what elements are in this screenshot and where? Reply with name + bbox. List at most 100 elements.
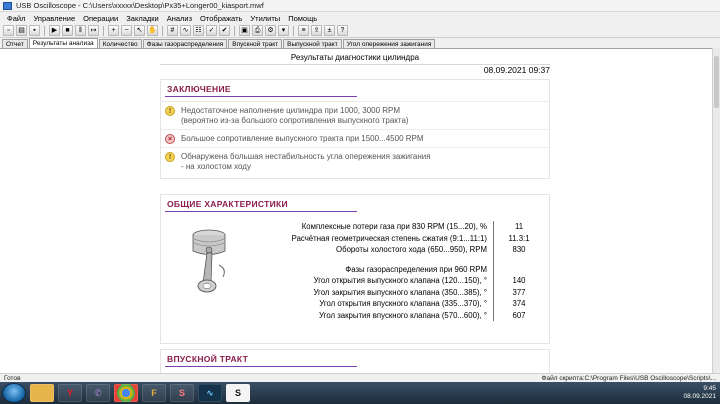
table-row: Угол закрытия впускного клапана (570...6… <box>261 309 549 321</box>
conclusion-text: Недостаточное наполнение цилиндра при 10… <box>181 106 409 126</box>
heading-underline <box>165 96 357 97</box>
intake-section: ВПУСКНОЙ ТРАКТ <box>160 349 550 373</box>
conclusion-item: × Большое сопротивление выпускного тракт… <box>161 129 549 147</box>
chart-icon[interactable]: ∿ <box>180 25 191 36</box>
table-spacer <box>261 253 549 266</box>
calculator-icon[interactable]: ± <box>324 25 335 36</box>
check-icon[interactable]: ✓ <box>206 25 217 36</box>
table-row: Обороты холостого хода (650...950), RPM … <box>261 244 549 256</box>
param-value: 11.3:1 <box>508 233 530 243</box>
toolbar: ▫ ▤ ▪ ▶ ■ ‖ ↦ + − ↖ ✋ # ∿ ☷ ✓ ✔ ▣ ⎙ ⚙ ▾ … <box>0 24 720 38</box>
system-tray[interactable]: 9:45 08.09.2021 <box>626 384 716 402</box>
tab-strip: Отчет Результаты анализа Количество Фазы… <box>0 38 720 48</box>
table-row: Угол открытия выпускного клапана (120...… <box>261 275 549 287</box>
menu-file[interactable]: Файл <box>3 14 29 23</box>
intake-heading-text: ВПУСКНОЙ ТРАКТ <box>167 354 249 364</box>
menu-help[interactable]: Помощь <box>284 14 321 23</box>
scrollbar-thumb[interactable] <box>714 56 719 108</box>
export-icon[interactable]: ⇪ <box>311 25 322 36</box>
tab-quantity[interactable]: Количество <box>98 39 142 48</box>
hand-icon[interactable]: ✋ <box>147 25 158 36</box>
clock-date: 08.09.2021 <box>683 393 716 400</box>
stop-icon[interactable]: ■ <box>62 25 73 36</box>
menu-analysis[interactable]: Анализ <box>163 14 196 23</box>
app-f-icon[interactable]: F <box>142 384 166 402</box>
characteristics-table: Комплексные потери газа при 830 RPM (15.… <box>261 221 549 321</box>
status-ready: Готов <box>4 374 21 382</box>
report-view[interactable]: Результаты диагностики цилиндра 08.09.20… <box>0 48 720 373</box>
image-icon[interactable]: ▣ <box>239 25 250 36</box>
report-datetime: 08.09.2021 09:37 <box>483 65 550 75</box>
cursor-icon[interactable]: ↖ <box>134 25 145 36</box>
tab-intake[interactable]: Впускной тракт <box>228 39 283 48</box>
table-row: Фазы газораспределения при 960 RPM <box>261 263 549 275</box>
taskbar: Y ✆ F S ∿ S 9:45 08.09.2021 <box>0 382 720 404</box>
menu-bookmarks[interactable]: Закладки <box>122 14 162 23</box>
check-all-icon[interactable]: ✔ <box>219 25 230 36</box>
toolbar-separator <box>44 25 45 36</box>
app-icon <box>3 1 12 10</box>
table-row: Комплексные потери газа при 830 RPM (15.… <box>261 221 549 233</box>
document-app-icon[interactable]: S <box>226 384 250 402</box>
tab-analysis-results[interactable]: Результаты анализа <box>28 38 98 48</box>
conclusion-heading-text: ЗАКЛЮЧЕНИЕ <box>167 84 231 94</box>
report-title: Результаты диагностики цилиндра <box>160 51 550 65</box>
run-icon[interactable]: ▶ <box>49 25 60 36</box>
menu-view[interactable]: Отображать <box>196 14 246 23</box>
tab-ignition-timing[interactable]: Угол опережения зажигания <box>342 39 436 48</box>
start-button[interactable] <box>2 383 26 403</box>
conclusion-heading: ЗАКЛЮЧЕНИЕ <box>161 80 549 97</box>
menu-operations[interactable]: Операции <box>79 14 122 23</box>
help-icon[interactable]: ? <box>337 25 348 36</box>
chrome-icon[interactable] <box>114 384 138 402</box>
general-section: ОБЩИЕ ХАРАКТЕРИСТИКИ Комплексные потери … <box>160 194 550 344</box>
table-icon[interactable]: ☷ <box>193 25 204 36</box>
vertical-scrollbar[interactable] <box>712 48 720 373</box>
table-row: Угол открытия впускного клапана (335...3… <box>261 298 549 310</box>
toolbar-separator <box>293 25 294 36</box>
yandex-icon[interactable]: Y <box>58 384 82 402</box>
open-folder-icon[interactable]: ▤ <box>16 25 27 36</box>
param-label: Угол закрытия впускного клапана (570...6… <box>319 310 487 320</box>
intake-heading: ВПУСКНОЙ ТРАКТ <box>161 350 549 367</box>
tab-exhaust[interactable]: Выпускной тракт <box>283 39 342 48</box>
status-bar: Готов Файл скрипта:C:\Program Files\USB … <box>0 373 720 382</box>
save-icon[interactable]: ▪ <box>29 25 40 36</box>
toolbar-separator <box>103 25 104 36</box>
single-icon[interactable]: ↦ <box>88 25 99 36</box>
zoom-in-icon[interactable]: + <box>108 25 119 36</box>
report-icon[interactable]: ≡ <box>298 25 309 36</box>
param-value: 377 <box>512 287 526 297</box>
menu-utilities[interactable]: Утилиты <box>246 14 284 23</box>
app-s-icon[interactable]: S <box>170 384 194 402</box>
status-script-file: Файл скрипта:C:\Program Files\USB Oscill… <box>541 374 716 382</box>
conclusion-line: Недостаточное наполнение цилиндра при 10… <box>181 106 401 115</box>
pause-icon[interactable]: ‖ <box>75 25 86 36</box>
param-label: Комплексные потери газа при 830 RPM (15.… <box>301 222 487 232</box>
table-row: Угол закрытия выпускного клапана (350...… <box>261 286 549 298</box>
warning-icon: ! <box>165 106 175 116</box>
menu-control[interactable]: Управление <box>29 14 79 23</box>
grid-icon[interactable]: # <box>167 25 178 36</box>
settings-icon[interactable]: ⚙ <box>265 25 276 36</box>
conclusion-text: Обнаружена большая нестабильность угла о… <box>181 152 431 172</box>
menu-bar: Файл Управление Операции Закладки Анализ… <box>0 12 720 24</box>
zoom-out-icon[interactable]: − <box>121 25 132 36</box>
error-icon: × <box>165 134 175 144</box>
clock-time: 9:45 <box>703 385 716 392</box>
dropdown-icon[interactable]: ▾ <box>278 25 289 36</box>
param-value: 830 <box>512 245 526 255</box>
oscilloscope-taskbar-icon[interactable]: ∿ <box>198 384 222 402</box>
window-title: USB Oscilloscope - C:\Users\xxxxx\Deskto… <box>16 1 264 10</box>
toolbar-separator <box>234 25 235 36</box>
explorer-icon[interactable] <box>30 384 54 402</box>
tab-valve-timing[interactable]: Фазы газораспределения <box>142 39 228 48</box>
heading-underline <box>165 211 357 212</box>
heading-underline <box>165 366 357 367</box>
tab-report[interactable]: Отчет <box>2 39 28 48</box>
print-icon[interactable]: ⎙ <box>252 25 263 36</box>
conclusion-item: ! Недостаточное наполнение цилиндра при … <box>161 101 549 129</box>
conclusion-line: - на холостом ходу <box>181 162 251 171</box>
new-file-icon[interactable]: ▫ <box>3 25 14 36</box>
viber-icon[interactable]: ✆ <box>86 384 110 402</box>
